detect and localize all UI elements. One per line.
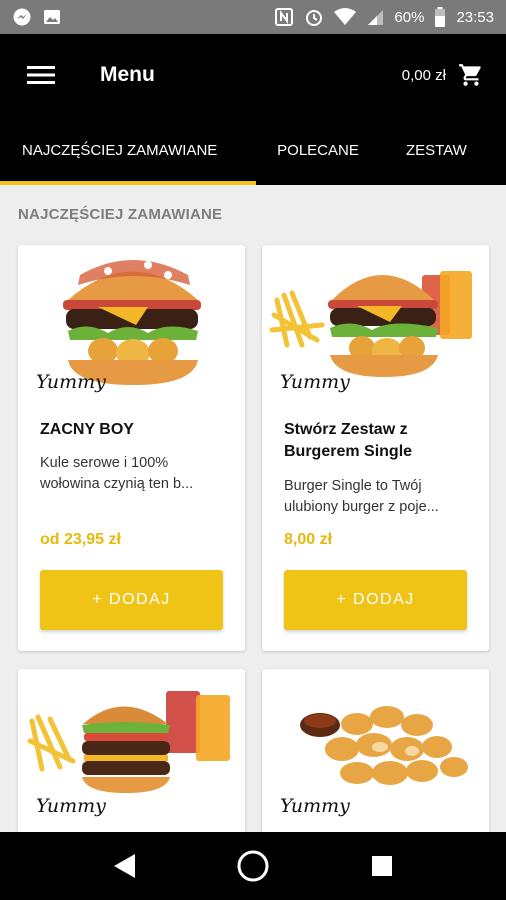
product-card[interactable]: Yummy Stwórz Zestaw z Burgerem Single Bu… bbox=[262, 245, 489, 651]
recents-button[interactable] bbox=[358, 842, 406, 890]
wifi-icon bbox=[334, 8, 357, 26]
brand-logo: Yummy bbox=[36, 371, 106, 393]
product-description: Burger Single to Twój ulubiony burger z … bbox=[284, 478, 439, 515]
home-icon bbox=[237, 850, 269, 882]
tab-most-ordered[interactable]: NAJCZĘŚCIEJ ZAMAWIANE bbox=[0, 116, 256, 185]
messenger-icon bbox=[12, 7, 32, 27]
cart-total: 0,00 zł bbox=[401, 66, 446, 84]
cart-button[interactable]: 0,00 zł bbox=[402, 62, 484, 88]
gallery-icon bbox=[42, 7, 62, 27]
category-tabs: NAJCZĘŚCIEJ ZAMAWIANE POLECANE ZESTAW bbox=[0, 116, 506, 185]
nfc-icon bbox=[274, 7, 294, 27]
brand-logo: Yummy bbox=[36, 795, 106, 817]
product-price: 8,00 zł bbox=[284, 531, 333, 548]
system-nav-bar bbox=[0, 832, 506, 900]
page-title: Menu bbox=[100, 63, 155, 86]
clock: 23:53 bbox=[456, 8, 494, 26]
product-name: Stwórz Zestaw z Burgerem Single bbox=[284, 421, 413, 460]
app-bar: Menu 0,00 zł bbox=[0, 34, 506, 116]
home-button[interactable] bbox=[229, 842, 277, 890]
back-button[interactable] bbox=[100, 842, 148, 890]
add-button[interactable]: + DODAJ bbox=[284, 570, 467, 630]
menu-button[interactable] bbox=[18, 52, 64, 98]
signal-icon bbox=[366, 8, 384, 26]
add-button[interactable]: + DODAJ bbox=[40, 570, 223, 630]
back-icon bbox=[114, 854, 136, 878]
battery-percent: 60% bbox=[394, 8, 425, 26]
product-price: od 23,95 zł bbox=[40, 531, 121, 548]
cart-icon bbox=[459, 64, 481, 86]
product-card[interactable]: Yummy bbox=[18, 669, 245, 839]
brand-logo: Yummy bbox=[280, 795, 350, 817]
tab-recommended[interactable]: POLECANE bbox=[256, 116, 380, 185]
section-title: NAJCZĘŚCIEJ ZAMAWIANE bbox=[18, 206, 223, 223]
product-name: ZACNY BOY bbox=[40, 421, 134, 438]
status-bar: 60% 23:53 bbox=[0, 0, 506, 34]
brand-logo: Yummy bbox=[280, 371, 350, 393]
alarm-icon bbox=[304, 7, 324, 27]
recents-icon bbox=[371, 856, 392, 876]
product-description: Kule serowe i 100% wołowina czynią ten b… bbox=[40, 455, 194, 492]
product-card[interactable]: Yummy bbox=[262, 669, 489, 839]
product-card[interactable]: Yummy ZACNY BOY Kule serowe i 100% wołow… bbox=[18, 245, 245, 651]
battery-icon bbox=[434, 7, 446, 27]
tab-set[interactable]: ZESTAW bbox=[380, 116, 467, 185]
hamburger-icon bbox=[27, 66, 55, 84]
